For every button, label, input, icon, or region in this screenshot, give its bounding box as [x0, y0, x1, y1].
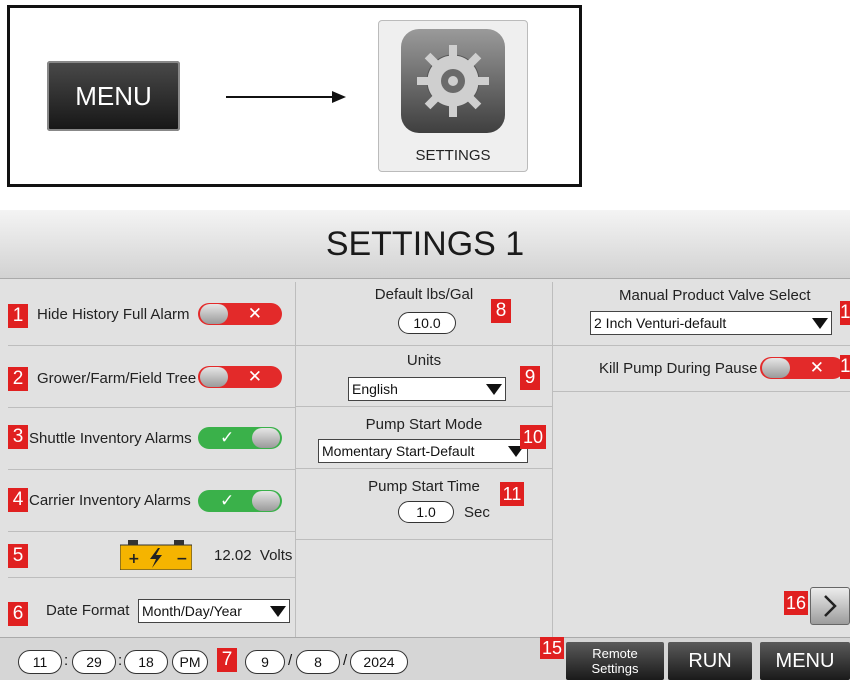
callout-badge: 2: [8, 367, 28, 391]
callout-badge: 10: [520, 425, 546, 449]
clock-ampm[interactable]: PM: [172, 650, 208, 674]
callout-badge: 1: [8, 304, 28, 328]
default-lbs-input[interactable]: 10.0: [398, 312, 456, 334]
callout-badge: 6: [8, 602, 28, 626]
date-separator: /: [343, 652, 348, 669]
carrier-alarms-label: Carrier Inventory Alarms: [29, 492, 191, 509]
arrow-right-icon: [226, 91, 346, 103]
pump-start-mode-label: Pump Start Mode: [365, 416, 483, 433]
clock-minute[interactable]: 29: [72, 650, 116, 674]
callout-badge: 8: [491, 299, 511, 323]
date-format-row: 6 Date Format Month/Day/Year: [8, 578, 295, 637]
pump-start-time-input[interactable]: 1.0: [398, 501, 454, 523]
pump-start-mode-row: Pump Start Mode Momentary Start-Default …: [296, 407, 552, 469]
menu-button[interactable]: MENU: [760, 642, 850, 680]
shuttle-alarms-toggle[interactable]: ✓: [198, 427, 282, 449]
time-separator: :: [118, 652, 123, 669]
clock-hour[interactable]: 11: [18, 650, 62, 674]
date-separator: /: [288, 652, 293, 669]
units-label: Units: [406, 352, 442, 369]
date-format-label: Date Format: [46, 602, 130, 619]
pump-start-mode-dropdown[interactable]: Momentary Start-Default: [318, 439, 528, 463]
remote-settings-button[interactable]: Remote Settings: [566, 642, 664, 680]
settings-app-tile: SETTINGS: [378, 20, 528, 172]
default-lbs-label: Default lbs/Gal: [374, 286, 474, 303]
hide-history-row: 1 Hide History Full Alarm ✕: [8, 282, 295, 346]
chevron-down-icon: [270, 606, 286, 617]
status-bar: 11 : 29 : 18 PM 7 9 / 8 / 2024 15 Remote…: [0, 637, 850, 680]
callout-badge: 1: [840, 301, 850, 325]
settings-label: SETTINGS: [415, 147, 491, 164]
x-icon: ✕: [247, 304, 262, 323]
shuttle-alarms-label: Shuttle Inventory Alarms: [29, 430, 192, 447]
shuttle-alarms-row: 3 Shuttle Inventory Alarms ✓: [8, 408, 295, 470]
pump-start-time-row: Pump Start Time 1.0 Sec 11: [296, 469, 552, 540]
carrier-alarms-row: 4 Carrier Inventory Alarms ✓: [8, 470, 295, 532]
hide-history-label: Hide History Full Alarm: [37, 306, 190, 323]
carrier-alarms-toggle[interactable]: ✓: [198, 490, 282, 512]
grower-tree-toggle[interactable]: ✕: [198, 366, 282, 388]
units-row: Units English 9: [296, 346, 552, 407]
date-year[interactable]: 2024: [350, 650, 408, 674]
date-day[interactable]: 8: [296, 650, 340, 674]
hide-history-toggle[interactable]: ✕: [198, 303, 282, 325]
callout-badge: 9: [520, 366, 540, 390]
callout-badge: 11: [500, 482, 524, 506]
callout-badge: 1: [840, 355, 850, 379]
settings-screen: SETTINGS 1 1 Hide History Full Alarm ✕ 2…: [0, 210, 850, 680]
next-page-button[interactable]: [810, 587, 850, 625]
callout-badge: 15: [540, 637, 564, 659]
middle-settings-column: Default lbs/Gal 10.0 8 Units English 9 P…: [295, 282, 553, 637]
kill-pump-toggle[interactable]: ✕: [760, 357, 844, 379]
battery-voltage: 12.02 Volts: [214, 547, 293, 564]
valve-select-dropdown[interactable]: 2 Inch Venturi-default: [590, 311, 832, 335]
battery-row: 5 + − 12.02 Volts: [8, 532, 295, 578]
date-month[interactable]: 9: [245, 650, 285, 674]
default-lbs-row: Default lbs/Gal 10.0 8: [296, 282, 552, 346]
callout-badge: 7: [217, 648, 237, 672]
chevron-right-icon: [824, 595, 837, 617]
svg-text:−: −: [176, 551, 188, 567]
x-icon: ✕: [247, 367, 262, 386]
units-dropdown[interactable]: English: [348, 377, 506, 401]
callout-badge: 16: [784, 591, 808, 615]
right-settings-column: Manual Product Valve Select 2 Inch Ventu…: [553, 282, 850, 637]
kill-pump-row: Kill Pump During Pause ✕ 1: [553, 346, 850, 392]
pump-start-time-unit: Sec: [464, 504, 490, 521]
time-separator: :: [64, 652, 69, 669]
gear-icon: [401, 29, 505, 133]
callout-badge: 3: [8, 425, 28, 449]
clock-second[interactable]: 18: [124, 650, 168, 674]
left-settings-column: 1 Hide History Full Alarm ✕ 2 Grower/Far…: [8, 282, 295, 637]
check-icon: ✓: [220, 491, 235, 510]
check-icon: ✓: [220, 428, 235, 447]
x-icon: ✕: [809, 358, 824, 377]
chevron-down-icon: [812, 318, 828, 329]
callout-badge: 5: [8, 544, 28, 568]
chevron-down-icon: [486, 384, 502, 395]
callout-badge: 4: [8, 488, 28, 512]
page-title: SETTINGS 1: [0, 210, 850, 279]
svg-text:+: +: [128, 551, 140, 567]
run-button[interactable]: RUN: [668, 642, 752, 680]
grower-tree-row: 2 Grower/Farm/Field Tree ✕: [8, 346, 295, 408]
valve-select-row: Manual Product Valve Select 2 Inch Ventu…: [553, 282, 850, 346]
battery-icon: + −: [120, 540, 192, 570]
kill-pump-label: Kill Pump During Pause: [599, 360, 758, 377]
menu-button-example: MENU: [47, 61, 180, 131]
date-format-dropdown[interactable]: Month/Day/Year: [138, 599, 290, 623]
valve-select-label: Manual Product Valve Select: [619, 287, 811, 304]
grower-tree-label: Grower/Farm/Field Tree: [37, 370, 197, 387]
